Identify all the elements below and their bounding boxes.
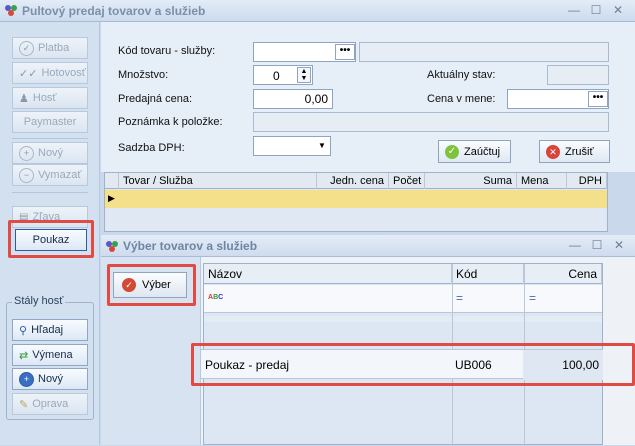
maximize-icon[interactable]: ☐ [589, 238, 605, 252]
poznamka-field[interactable] [253, 112, 609, 132]
poukaz-button[interactable]: Poukaz [15, 229, 87, 251]
close-icon[interactable]: ✕ [611, 238, 627, 252]
col-tovar[interactable]: Tovar / Služba [119, 173, 317, 189]
search-people-icon: ⚲ [19, 324, 28, 337]
check-circle-icon: ✓ [445, 144, 459, 159]
platba-button[interactable]: ✓ Platba [12, 37, 88, 59]
plus-circle-icon: + [19, 371, 34, 387]
aktualny-label: Aktuálny stav: [427, 69, 496, 81]
col-cena[interactable]: Cena [524, 264, 602, 284]
dph-label: Sadzba DPH: [118, 142, 185, 154]
divider [12, 138, 88, 139]
dialog-title: Výber tovarov a služieb [123, 239, 258, 253]
col-pocet[interactable]: Počet [389, 173, 425, 189]
vymena-label: Výmena [32, 349, 73, 361]
col-dph[interactable]: DPH [567, 173, 607, 189]
cena-filter-icon: = [529, 291, 537, 305]
table-row[interactable]: Poukaz - predaj UB006 100,00 [201, 349, 603, 380]
text-filter-icon: ABC [208, 294, 224, 301]
kod-label: Kód tovaru - služby: [118, 45, 216, 57]
quantity-stepper[interactable]: ▲ ▼ [297, 67, 311, 83]
col-kod[interactable]: Kód [452, 264, 524, 284]
zauctuj-label: Zaúčtuj [464, 145, 501, 158]
dialog-app-icon [105, 239, 119, 256]
vyber-label: Výber [142, 279, 171, 291]
novy-item-label: Nový [38, 147, 64, 159]
row-nazov: Poukaz - predaj [205, 358, 290, 372]
mnozstvo-value: 0 [273, 69, 280, 83]
col-jedn-cena[interactable]: Jedn. cena [317, 173, 389, 189]
poukaz-label: Poukaz [32, 234, 70, 246]
zrusit-button[interactable]: ✕ Zrušiť [539, 140, 610, 163]
hladaj-label: Hľadaj [31, 324, 64, 336]
novy-host-button[interactable]: + Nový [12, 368, 88, 390]
row-pointer-icon: ▶ [108, 193, 115, 203]
col-suma[interactable]: Suma [425, 173, 517, 189]
check-circle-icon: ✓ [122, 278, 136, 292]
col-mena[interactable]: Mena [517, 173, 567, 189]
grid-separator [204, 316, 602, 322]
oprava-button[interactable]: ✎ Oprava [12, 393, 88, 415]
vyber-button[interactable]: ✓ Výber [113, 272, 187, 298]
close-circle-icon: ✕ [546, 144, 560, 159]
row-kod: UB006 [455, 358, 492, 372]
exchange-icon: ⇄ [19, 349, 29, 362]
divider [12, 192, 88, 193]
grid-corner [105, 173, 119, 189]
chevron-down-icon[interactable]: ▼ [315, 138, 329, 154]
host-button[interactable]: ♟ Hosť [12, 87, 88, 109]
oprava-label: Oprava [32, 398, 69, 410]
window-title: Pultový predaj tovarov a služieb [22, 4, 206, 18]
aktualny-field [547, 65, 609, 85]
mnozstvo-label: Množstvo: [118, 69, 169, 81]
kod-filter-icon: = [456, 291, 464, 305]
zrusit-label: Zrušiť [565, 145, 594, 158]
minus-circle-icon: − [19, 167, 34, 183]
dialog-grid-header: Názov Kód Cena [204, 264, 602, 284]
minimize-icon[interactable]: — [566, 3, 582, 17]
window-titlebar: Pultový predaj tovarov a služieb — ☐ ✕ [0, 0, 635, 22]
grid-header: Tovar / Služba Jedn. cena Počet Suma Men… [105, 173, 607, 189]
items-grid: Tovar / Služba Jedn. cena Počet Suma Men… [104, 172, 608, 232]
vymazat-button[interactable]: − Vymazať [12, 164, 88, 186]
hotovost-button[interactable]: ✓✓ Hotovosť [12, 62, 88, 84]
novy-item-button[interactable]: + Nový [12, 142, 88, 164]
check-circle-icon: ✓ [19, 40, 34, 56]
platba-label: Platba [38, 42, 70, 54]
row-cena: 100,00 [562, 358, 599, 372]
novy-host-label: Nový [38, 373, 64, 385]
cena-mene-label: Cena v mene: [427, 93, 496, 105]
kod-name-field [359, 42, 609, 62]
col-nazov[interactable]: Názov [204, 264, 452, 284]
paymaster-label: Paymaster [23, 116, 77, 128]
close-icon[interactable]: ✕ [610, 3, 626, 17]
zauctuj-button[interactable]: ✓ Zaúčtuj [438, 140, 511, 163]
hladaj-button[interactable]: ⚲ Hľadaj [12, 319, 88, 341]
hotovost-label: Hotovosť [41, 67, 86, 79]
poznamka-label: Poznámka k položke: [118, 116, 223, 128]
vymazat-label: Vymazať [38, 169, 82, 181]
person-icon: ♟ [19, 92, 29, 105]
pencil-icon: ✎ [19, 398, 29, 411]
maximize-icon[interactable]: ☐ [588, 3, 604, 17]
filter-row[interactable]: ABC = = [204, 285, 602, 313]
app-icon [4, 3, 18, 17]
kod-browse-button[interactable]: ••• [335, 44, 355, 60]
host-label: Hosť [32, 92, 57, 104]
cena-mene-browse-button[interactable]: ••• [588, 91, 608, 107]
double-check-icon: ✓✓ [19, 67, 38, 80]
vymena-button[interactable]: ⇄ Výmena [12, 344, 88, 366]
cena-input[interactable]: 0,00 [253, 89, 333, 109]
staly-host-title: Stály hosť [12, 295, 66, 307]
cena-label: Predajná cena: [118, 93, 192, 105]
plus-circle-icon: + [19, 145, 34, 161]
table-row[interactable]: ▶ [105, 190, 607, 208]
paymaster-button[interactable]: Paymaster [12, 111, 88, 133]
minimize-icon[interactable]: — [567, 238, 583, 252]
dialog-titlebar: Výber tovarov a služieb — ☐ ✕ [101, 235, 635, 257]
